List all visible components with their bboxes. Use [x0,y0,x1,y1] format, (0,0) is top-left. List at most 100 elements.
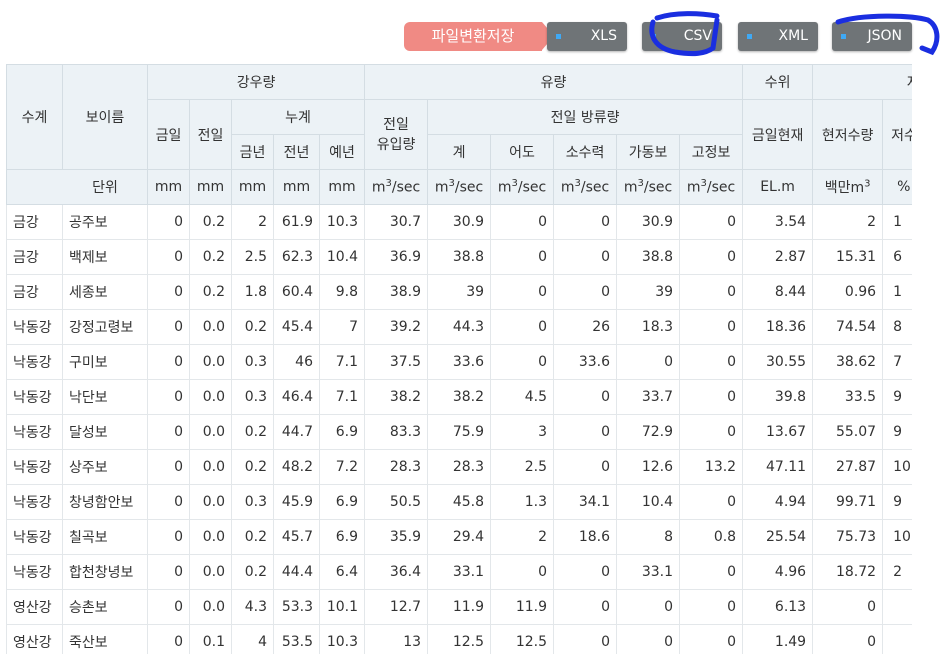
table-cell: 0.0 [189,344,232,380]
table-cell: 2 [882,554,912,590]
xml-export-button[interactable]: XML [738,22,818,51]
table-cell: 7 [882,344,912,380]
table-cell: 0 [553,414,618,450]
table-cell: 0 [147,204,190,240]
table-cell: 3 [490,414,555,450]
table-cell: 53.3 [273,589,320,625]
table-cell [882,624,912,654]
table-cell: 75.73 [812,519,884,555]
table-cell: 0 [812,624,884,654]
table-cell: 45.7 [273,519,320,555]
table-cell: 0 [616,589,681,625]
table-cell: 0 [679,309,744,345]
cell-suge: 낙동강 [6,449,63,485]
table-cell: 38.8 [427,239,492,275]
table-cell: 28.3 [364,449,429,485]
table-cell: 75.9 [427,414,492,450]
table-cell: 2.5 [490,449,555,485]
table-cell: 0 [147,309,190,345]
table-cell: 0.2 [231,309,274,345]
table-cell: 33.6 [553,344,618,380]
header-total: 계 [427,134,492,170]
table-cell: 0 [679,204,744,240]
table-row: 낙동강 달성보 0 0.0 0.2 44.7 6.9 83.3 75.9 3 0 72.9 0 13.67… [6,414,912,450]
header-last-year: 전년 [273,134,320,170]
table-row: 금강 공주보 0 0.2 2 61.9 10.3 30.7 30.9 0 0 30.9 0 3.54 2 1 [6,204,912,240]
table-cell: 47.11 [742,449,814,485]
table-cell: 13.2 [679,449,744,485]
table-cell: 18.6 [553,519,618,555]
table-cell: 0.3 [231,344,274,380]
unit-percent: % [882,169,912,205]
table-cell: 6.13 [742,589,814,625]
cell-suge: 금강 [6,239,63,275]
table-cell: 33.1 [427,554,492,590]
weir-data-table-container[interactable]: 수계 보이름 강우량 유량 수위 저수 금일 전일 누계 전일 유입량 전일 방… [6,64,912,654]
table-cell: 37.5 [364,344,429,380]
table-cell: 11.9 [490,589,555,625]
table-cell: 6.4 [318,554,366,590]
table-cell: 44.3 [427,309,492,345]
table-cell: 0 [812,589,884,625]
unit-mm: mm [231,169,274,205]
json-export-button[interactable]: JSON [832,22,912,51]
table-cell: 0.1 [189,624,232,654]
table-cell: 1 [882,274,912,310]
table-cell: 0 [490,344,555,380]
table-cell: 1.49 [742,624,814,654]
cell-boname: 달성보 [62,414,148,450]
table-cell: 45.8 [427,484,492,520]
table-row: 낙동강 칠곡보 0 0.0 0.2 45.7 6.9 35.9 29.4 2 18.6 8 0.8 25.… [6,519,912,555]
header-rain-yesterday: 전일 [189,99,232,170]
table-cell: 1.8 [231,274,274,310]
cell-boname: 세종보 [62,274,148,310]
cell-suge: 낙동강 [6,414,63,450]
table-cell: 12.6 [616,449,681,485]
table-cell: 0.0 [189,414,232,450]
table-cell: 18.3 [616,309,681,345]
cell-boname: 구미보 [62,344,148,380]
table-cell: 12.5 [490,624,555,654]
unit-m3-sec: m3/sec [427,169,492,205]
cell-boname: 강정고령보 [62,309,148,345]
table-cell: 26 [553,309,618,345]
table-cell: 0 [553,204,618,240]
cell-boname: 상주보 [62,449,148,485]
table-row: 금강 백제보 0 0.2 2.5 62.3 10.4 36.9 38.8 0 0 38.8 0 2.87 1… [6,239,912,275]
cell-suge: 낙동강 [6,519,63,555]
table-cell: 0.0 [189,519,232,555]
table-cell: 50.5 [364,484,429,520]
cell-suge: 낙동강 [6,379,63,415]
table-cell: 0.2 [231,554,274,590]
table-cell: 0.2 [231,449,274,485]
bullet-icon [841,34,846,39]
bullet-icon [747,34,752,39]
table-cell: 0 [679,484,744,520]
cell-suge: 낙동강 [6,309,63,345]
table-cell: 0 [147,449,190,485]
cell-boname: 승촌보 [62,589,148,625]
table-row: 낙동강 강정고령보 0 0.0 0.2 45.4 7 39.2 44.3 0 26 18.3 0 18.3… [6,309,912,345]
unit-mm: mm [273,169,320,205]
table-cell: 8 [882,309,912,345]
header-fishway: 어도 [490,134,555,170]
table-cell: 2 [490,519,555,555]
table-cell: 0 [553,624,618,654]
cell-suge: 낙동강 [6,554,63,590]
table-cell: 0.2 [189,204,232,240]
table-cell: 0.0 [189,589,232,625]
table-cell: 10.4 [318,239,366,275]
table-cell: 0 [147,519,190,555]
table-cell: 46.4 [273,379,320,415]
table-cell: 0.8 [679,519,744,555]
header-storage: 저수 [812,64,912,100]
table-cell: 44.4 [273,554,320,590]
xls-export-button[interactable]: XLS [547,22,627,51]
table-cell: 44.7 [273,414,320,450]
csv-export-button[interactable]: CSV [642,22,722,51]
bullet-icon [556,34,561,39]
cell-boname: 칠곡보 [62,519,148,555]
table-cell: 36.4 [364,554,429,590]
table-cell: 1 [882,204,912,240]
cell-boname: 창녕함안보 [62,484,148,520]
